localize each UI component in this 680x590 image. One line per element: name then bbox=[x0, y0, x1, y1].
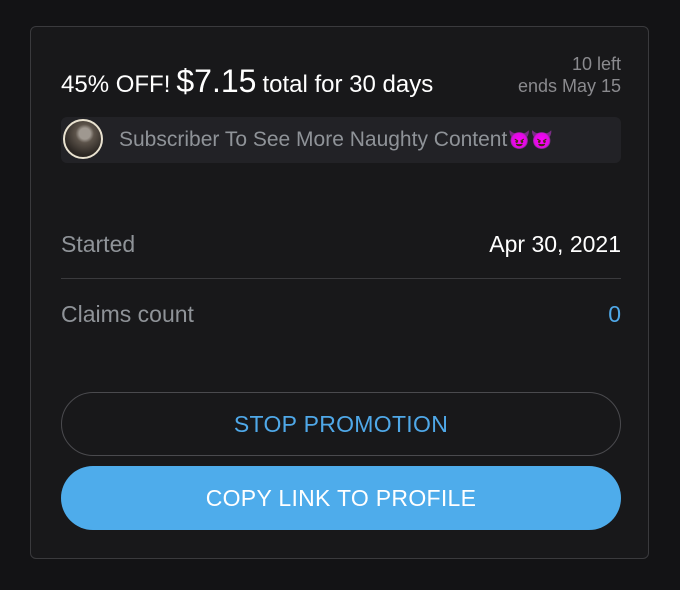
claims-row: Claims count 0 bbox=[61, 284, 621, 344]
started-label: Started bbox=[61, 230, 136, 257]
promotion-card: 45% OFF! $7.15 total for 30 days 10 left… bbox=[30, 26, 649, 559]
message-text: Subscriber To See More Naughty Content😈😈 bbox=[119, 128, 553, 152]
promotion-meta: 10 left ends May 15 bbox=[518, 53, 621, 97]
promotion-title: 45% OFF! $7.15 total for 30 days bbox=[61, 63, 433, 100]
discount-label: 45% OFF! bbox=[61, 71, 171, 98]
message-body: Subscriber To See More Naughty Content bbox=[119, 128, 508, 151]
devil-emoji-icon: 😈😈 bbox=[508, 130, 554, 150]
remaining-count: 10 left bbox=[571, 54, 621, 74]
promotion-message: Subscriber To See More Naughty Content😈😈 bbox=[61, 117, 621, 163]
end-date: ends May 15 bbox=[517, 76, 621, 96]
claims-label: Claims count bbox=[61, 300, 194, 327]
started-value: Apr 30, 2021 bbox=[489, 230, 621, 257]
avatar bbox=[63, 119, 103, 159]
copy-link-button[interactable]: COPY LINK TO PROFILE bbox=[61, 466, 621, 530]
claims-count-link[interactable]: 0 bbox=[608, 301, 621, 328]
promotion-price: $7.15 bbox=[176, 63, 257, 99]
stop-promotion-button[interactable]: STOP PROMOTION bbox=[61, 392, 621, 456]
started-row: Started Apr 30, 2021 bbox=[61, 210, 621, 279]
promotion-duration: total for 30 days bbox=[262, 71, 434, 98]
promotion-header: 45% OFF! $7.15 total for 30 days 10 left… bbox=[61, 51, 621, 111]
